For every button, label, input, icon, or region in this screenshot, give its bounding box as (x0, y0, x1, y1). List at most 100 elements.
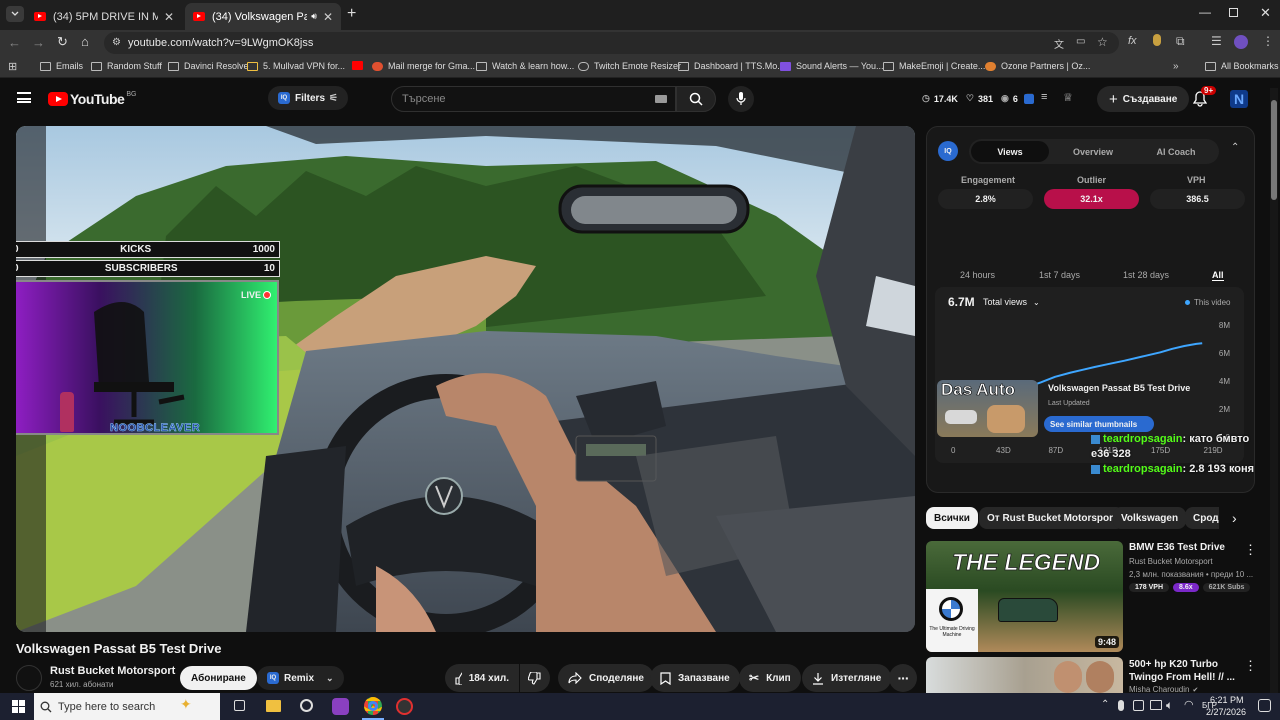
bookmark-item[interactable]: Davinci Resolve (168, 61, 249, 71)
app-icon[interactable] (396, 698, 413, 715)
page-scrollbar[interactable] (1270, 88, 1278, 693)
tab-volkswagen[interactable]: (34) Volkswagen Passat B5 🔊︎ ✕ (185, 3, 341, 30)
bookmark-item[interactable]: Sound Alerts — You... (780, 61, 884, 71)
more-actions-button[interactable]: ··· (889, 664, 917, 692)
range-first-7-days[interactable]: 1st 7 days (1039, 270, 1080, 280)
chrome-icon[interactable] (364, 697, 382, 715)
file-explorer-icon[interactable] (266, 700, 281, 712)
tab-search-button[interactable] (6, 6, 24, 22)
vidiq-icon[interactable] (1024, 94, 1034, 104)
bookmark-item[interactable] (352, 61, 368, 70)
puzzle-icon[interactable]: ⧉ (1176, 34, 1185, 49)
tray-chevron-icon[interactable]: ⌃ (1101, 699, 1109, 710)
restore-button[interactable] (1229, 8, 1238, 17)
bookmark-star-icon[interactable]: ☆ (1097, 35, 1108, 49)
bookmark-item[interactable]: Emails (40, 61, 83, 71)
range-all[interactable]: All (1212, 270, 1224, 281)
clock-time[interactable]: 6:21 PM (1210, 695, 1244, 705)
similar-video-thumbnail[interactable]: Das Auto (937, 380, 1038, 437)
volume-icon[interactable]: 🔈︎ (1166, 698, 1173, 713)
tab-overview[interactable]: Overview (1054, 141, 1132, 162)
channel-name[interactable]: Rust Bucket Motorsport (50, 665, 175, 677)
more-options-icon[interactable]: ⋮ (1244, 542, 1257, 558)
network-icon[interactable] (1150, 700, 1162, 710)
tab-views[interactable]: Views (971, 141, 1049, 162)
recommendation-thumbnail[interactable]: THE LEGEND The Ultimate Driving Machine … (926, 541, 1123, 652)
search-button[interactable] (676, 86, 716, 112)
extension-icon[interactable] (1153, 34, 1161, 46)
account-avatar[interactable]: N (1230, 90, 1248, 108)
bookmark-item[interactable]: Watch & learn how... (476, 61, 574, 71)
bookmark-item[interactable]: Random Stuff (91, 61, 162, 71)
taskbar-search-input[interactable]: Type here to search ✦ (34, 693, 220, 720)
close-tab-icon[interactable]: ✕ (323, 10, 333, 24)
share-button[interactable]: Споделяне (558, 664, 654, 692)
forward-button[interactable]: → (32, 35, 45, 50)
bookmark-item[interactable]: Dashboard | TTS.Mo... (678, 61, 785, 71)
more-bookmarks-icon[interactable]: » (1173, 61, 1179, 72)
back-button[interactable]: ← (8, 35, 21, 50)
windows-start-icon[interactable] (12, 700, 25, 713)
close-tab-icon[interactable]: ✕ (164, 10, 174, 24)
recommendation-channel[interactable]: Rust Bucket Motorsport (1129, 557, 1213, 566)
channel-avatar[interactable] (16, 665, 42, 691)
youtube-logo[interactable]: YouTube BG (48, 91, 136, 107)
voice-search-button[interactable] (728, 86, 754, 112)
profile-avatar[interactable] (1234, 35, 1248, 49)
close-window-button[interactable]: ✕ (1260, 5, 1271, 21)
chip-volkswagen[interactable]: Volkswagen (1113, 507, 1187, 529)
keyboard-icon[interactable] (655, 95, 667, 103)
chip-all[interactable]: Всички (926, 507, 978, 529)
address-bar[interactable]: ⚙ youtube.com/watch?v=9LWgmOK8jss 文 ▭ ☆ (104, 32, 1119, 54)
trophy-icon[interactable]: ♕ (1063, 91, 1073, 104)
site-info-icon[interactable]: ⚙ (112, 37, 121, 48)
create-button[interactable]: + Създаване (1097, 86, 1190, 112)
video-player[interactable]: 0 KICKS 1000 0 SUBSCRIBERS 10 LIVE NOOBC… (16, 126, 915, 632)
bookmark-item[interactable]: Mail merge for Gma... (372, 61, 475, 71)
reading-list-icon[interactable]: ☰ (1211, 34, 1222, 48)
minimize-button[interactable]: — (1199, 5, 1211, 19)
see-similar-button[interactable]: See similar thumbnails (1044, 416, 1154, 432)
remix-button[interactable]: IQ Remix ⌄ (257, 666, 344, 690)
tab-murdered[interactable]: (34) 5PM DRIVE IN MURDERED ✕ (26, 3, 182, 30)
more-options-icon[interactable]: ⋮ (1244, 658, 1257, 674)
menu-icon[interactable]: ⋮ (1262, 34, 1274, 48)
recommendation-thumbnail[interactable] (926, 657, 1123, 693)
chip-channel[interactable]: От Rust Bucket Motorsport (979, 507, 1125, 529)
chips-next-button[interactable]: › (1232, 510, 1237, 526)
app-icon[interactable] (332, 698, 349, 715)
apps-grid-icon[interactable]: ⊞ (8, 60, 17, 73)
bookmark-item[interactable]: 5. Mullvad VPN for... (247, 61, 345, 71)
recommendation-channel[interactable]: Misha Charoudin ✔ (1129, 685, 1198, 693)
translate-icon[interactable]: 文 (1054, 36, 1064, 51)
similar-video-title[interactable]: Volkswagen Passat B5 Test Drive (1048, 383, 1198, 393)
range-first-28-days[interactable]: 1st 28 days (1123, 270, 1169, 280)
new-tab-button[interactable]: + (347, 5, 356, 23)
bookmark-item[interactable]: Ozone Partners | Oz... (985, 61, 1090, 71)
notifications-button[interactable]: 9+ (1192, 86, 1217, 110)
recommendation-title[interactable]: 500+ hp K20 Turbo Twingo From Hell! // .… (1129, 658, 1239, 684)
recommendation-title[interactable]: BMW E36 Test Drive (1129, 542, 1225, 553)
reload-button[interactable]: ↻ (57, 34, 68, 50)
bookmark-item[interactable]: MakeEmoji | Create... (883, 61, 985, 71)
save-button[interactable]: Запазване (650, 664, 740, 692)
scrollbar-thumb[interactable] (1271, 100, 1277, 200)
app-icon[interactable] (300, 699, 313, 712)
clip-button[interactable]: ✂ Клип (739, 664, 801, 692)
notification-center-icon[interactable] (1258, 699, 1271, 712)
extension-icon[interactable]: fx (1128, 35, 1137, 47)
speaker-icon[interactable]: 🔊︎ (311, 11, 317, 22)
chip-related[interactable]: Сродн (1185, 507, 1219, 529)
collapse-icon[interactable]: ⌃ (1231, 142, 1239, 153)
cast-icon[interactable]: ▭ (1076, 36, 1085, 47)
hamburger-menu-icon[interactable] (17, 92, 31, 103)
home-button[interactable]: ⌂ (81, 34, 89, 49)
subscribe-button[interactable]: Абониране (180, 666, 257, 690)
bookmark-item[interactable]: Twitch Emote Resizer (578, 61, 681, 71)
search-input[interactable]: Търсене (391, 86, 676, 112)
like-button[interactable]: 184 хил. (445, 664, 519, 692)
tab-ai-coach[interactable]: AI Coach (1137, 141, 1215, 162)
task-view-icon[interactable] (234, 700, 245, 711)
tray-app-icon[interactable] (1133, 700, 1144, 711)
download-button[interactable]: Изтегляне (802, 664, 892, 692)
